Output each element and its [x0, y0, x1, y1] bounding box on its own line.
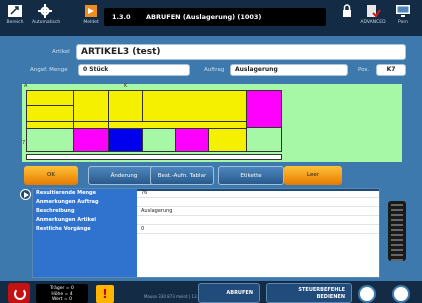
info-row-anmerkungen-artikel: Anmerkungen Artikel: [33, 216, 379, 225]
abrufen-label: ABRUFEN: [226, 290, 253, 296]
info-table: Resultierende Menge 76 Anmerkungen Auftr…: [32, 188, 380, 278]
grid-col-mark-a: A: [24, 83, 28, 89]
shelf-cell[interactable]: [26, 128, 74, 152]
traeger-status: Träger = 0 Höhe = 4 Wert = 0: [36, 284, 88, 303]
menge-label: Angef. Menge: [30, 67, 68, 73]
shelf-cell[interactable]: [26, 90, 74, 106]
leer-label: Leer: [307, 172, 319, 178]
scroll-wheel[interactable]: [388, 201, 406, 261]
aenderung-label: Änderung: [110, 173, 138, 179]
auftrag-label: Auftrag: [204, 67, 225, 73]
bereich-button[interactable]: Bereich: [2, 2, 28, 34]
shelf-grid: A K 7: [22, 83, 402, 162]
meldet-label: Meldet: [83, 20, 99, 25]
leer-button[interactable]: Leer: [284, 166, 342, 185]
play-icon[interactable]: [20, 189, 31, 200]
info-row-resultierende-menge: Resultierende Menge 76: [33, 189, 379, 198]
porn-label: Porn: [398, 20, 408, 25]
advanced-label: ADVANCED: [360, 20, 386, 25]
advanced-button[interactable]: ADVANCED: [360, 2, 386, 34]
refresh-button[interactable]: [392, 285, 410, 303]
porn-button[interactable]: Porn: [390, 2, 416, 34]
info-key: Restliche Vorgänge: [33, 225, 137, 234]
shelf-cell[interactable]: [142, 128, 176, 152]
user-check-icon: [367, 5, 381, 18]
shelf-cell[interactable]: [108, 128, 143, 152]
window-title-box: 1.3.0 ABRUFEN (Auslagerung) (1003): [104, 8, 326, 26]
steuerbefehle-button[interactable]: STEUERBEFEHLE BEDIENEN: [266, 283, 352, 303]
menge-field[interactable]: 0 Stück: [78, 64, 190, 76]
shelf-cell[interactable]: [246, 127, 282, 152]
app-version: 1.3.0: [112, 13, 131, 21]
info-row-anmerkungen-auftrag: Anmerkungen Auftrag: [33, 198, 379, 207]
grid-row-mark-7: 7: [22, 140, 26, 146]
steuer-label-1: STEUERBEFEHLE: [298, 287, 345, 293]
etikette-label: Etikette: [240, 173, 262, 179]
shelf-cell[interactable]: [26, 105, 74, 122]
info-key: Beschreibung: [33, 207, 137, 216]
bereich-label: Bereich: [6, 20, 24, 25]
shelf-cell[interactable]: [175, 128, 209, 152]
meldet-button[interactable]: Meldet: [78, 2, 104, 34]
steuer-label-2: BEDIENEN: [316, 294, 345, 300]
grid-col-mark-k: K: [124, 83, 128, 89]
auftrag-field[interactable]: Auslagerung: [230, 64, 348, 76]
shelf-cell[interactable]: [73, 128, 109, 152]
monitor-icon: [396, 5, 410, 17]
gear-icon: [38, 4, 52, 18]
main-panel: Artikel ARTIKEL3 (test) Angef. Menge 0 S…: [0, 36, 422, 281]
shelf-cell[interactable]: [73, 90, 109, 122]
info-value: 76: [141, 190, 148, 196]
info-value: Auslagerung: [141, 208, 173, 214]
lock-button[interactable]: [334, 2, 360, 34]
back-button[interactable]: [358, 285, 376, 303]
abrufen-button[interactable]: ABRUFEN: [198, 283, 260, 303]
orange-box-icon: [85, 5, 97, 17]
shelf-base: [26, 154, 282, 160]
info-table-empty-keys: [33, 234, 137, 277]
power-button[interactable]: [8, 283, 30, 303]
ok-button[interactable]: OK: [24, 166, 78, 185]
top-toolbar: Bereich Automatisch Meldet 1.3.0 ABRUFEN…: [0, 0, 422, 36]
window-title: ABRUFEN (Auslagerung) (1003): [146, 13, 262, 21]
info-row-restliche-vorgaenge: Restliche Vorgänge 0: [33, 225, 379, 234]
etikette-button[interactable]: Etikette: [218, 166, 284, 185]
shelf-cell[interactable]: [142, 90, 247, 122]
lock-icon: [343, 4, 351, 17]
info-key: Anmerkungen Auftrag: [33, 198, 137, 207]
resize-icon: [8, 5, 22, 17]
pos-field[interactable]: K7: [376, 64, 406, 76]
best-aufn-label: Best.-Aufn. Tablar: [157, 173, 207, 179]
artikel-field[interactable]: ARTIKEL3 (test): [76, 44, 406, 60]
ok-label: OK: [47, 172, 55, 178]
shelf-cell[interactable]: [208, 128, 247, 152]
info-key: Anmerkungen Artikel: [33, 216, 137, 225]
info-key: Resultierende Menge: [33, 189, 137, 198]
artikel-label: Artikel: [52, 49, 70, 55]
info-row-beschreibung: Beschreibung Auslagerung: [33, 207, 379, 216]
best-aufn-tablar-button[interactable]: Best.-Aufn. Tablar: [150, 166, 214, 185]
shelf-cell[interactable]: [246, 90, 282, 128]
warning-icon[interactable]: !: [96, 285, 114, 303]
pos-label: Pos.: [358, 67, 370, 73]
info-value: 0: [141, 226, 145, 232]
automatisch-label: Automatisch: [32, 20, 61, 25]
automatisch-button[interactable]: Automatisch: [32, 2, 61, 34]
shelf-cell[interactable]: [108, 90, 143, 122]
wert-line: Wert = 0: [51, 297, 73, 302]
app-window: Bereich Automatisch Meldet 1.3.0 ABRUFEN…: [0, 0, 422, 303]
